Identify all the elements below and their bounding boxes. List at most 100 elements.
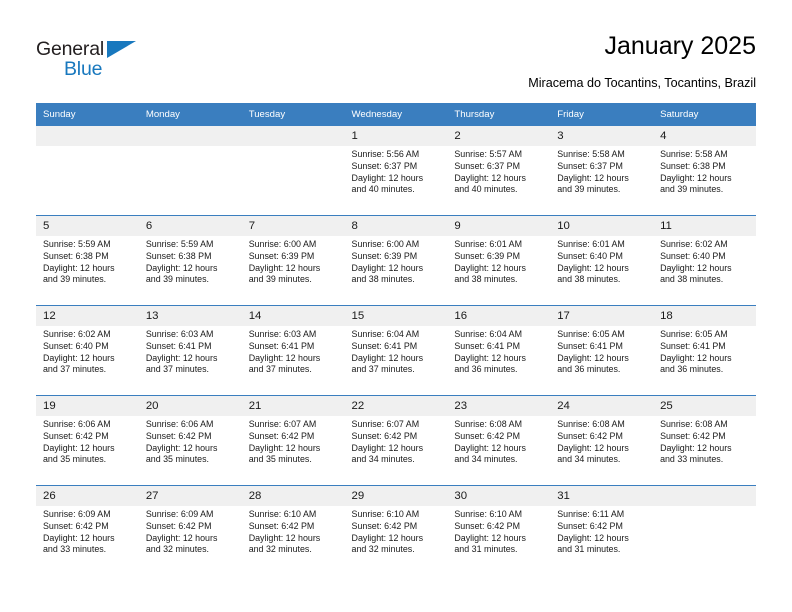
calendar-week-row: 26 Sunrise: 6:09 AM Sunset: 6:42 PM Dayligh… xyxy=(36,485,756,575)
calendar-day-cell[interactable]: 19 Sunrise: 6:06 AM Sunset: 6:42 PM Dayligh… xyxy=(36,395,139,486)
calendar-day-cell[interactable]: 26 Sunrise: 6:09 AM Sunset: 6:42 PM Dayligh… xyxy=(36,485,139,575)
calendar-day-cell[interactable]: 31 Sunrise: 6:11 AM Sunset: 6:42 PM Dayligh… xyxy=(550,485,654,575)
sunset-text: Sunset: 6:41 PM xyxy=(660,340,726,351)
daylight-text-line1: Daylight: 12 hours xyxy=(660,442,732,453)
calendar-day-cell[interactable]: 9 Sunrise: 6:01 AM Sunset: 6:39 PM Daylight… xyxy=(447,215,551,306)
sunset-text: Sunset: 6:42 PM xyxy=(248,430,315,441)
calendar-week-row: 1 Sunrise: 5:56 AM Sunset: 6:37 PM Daylight… xyxy=(36,126,756,216)
calendar-day-cell[interactable]: 25 Sunrise: 6:08 AM Sunset: 6:42 PM Dayligh… xyxy=(653,395,756,486)
daylight-text-line2: and 32 minutes. xyxy=(248,544,312,555)
daylight-text-line2: and 31 minutes. xyxy=(557,544,621,555)
day-number xyxy=(36,126,139,146)
sunset-text: Sunset: 6:42 PM xyxy=(557,430,623,441)
daylight-text-line1: Daylight: 12 hours xyxy=(660,352,732,363)
daylight-text-line2: and 39 minutes. xyxy=(660,184,724,195)
day-number: 6 xyxy=(138,216,242,236)
daylight-text-line1: Daylight: 12 hours xyxy=(248,442,321,453)
calendar-day-cell[interactable]: 18 Sunrise: 6:05 AM Sunset: 6:41 PM Dayligh… xyxy=(653,305,756,396)
daylight-text-line2: and 37 minutes. xyxy=(43,364,107,375)
day-details: Sunrise: 6:10 AM Sunset: 6:42 PM Daylight:… xyxy=(447,506,550,556)
daylight-text-line2: and 36 minutes. xyxy=(557,364,621,375)
daylight-text-line2: and 40 minutes. xyxy=(351,184,415,195)
day-number: 22 xyxy=(344,396,448,416)
calendar-day-cell[interactable]: 2 Sunrise: 5:57 AM Sunset: 6:37 PM Daylight… xyxy=(447,126,551,216)
sunrise-text: Sunrise: 6:03 AM xyxy=(248,329,317,339)
calendar-day-cell-empty xyxy=(653,485,756,575)
calendar-day-cell[interactable]: 20 Sunrise: 6:06 AM Sunset: 6:42 PM Dayligh… xyxy=(138,395,242,486)
calendar-day-cell[interactable]: 3 Sunrise: 5:58 AM Sunset: 6:37 PM Daylight… xyxy=(550,126,654,216)
sunrise-text: Sunrise: 6:05 AM xyxy=(660,329,728,339)
sunrise-text: Sunrise: 6:04 AM xyxy=(454,329,522,339)
calendar-day-cell[interactable]: 7 Sunrise: 6:00 AM Sunset: 6:39 PM Daylight… xyxy=(241,215,345,306)
sunset-text: Sunset: 6:41 PM xyxy=(351,340,418,351)
sunrise-text: Sunrise: 6:02 AM xyxy=(660,239,728,249)
generalblue-logo[interactable]: General Blue xyxy=(36,38,166,84)
calendar-day-cell[interactable]: 24 Sunrise: 6:08 AM Sunset: 6:42 PM Dayligh… xyxy=(550,395,654,486)
sunrise-text: Sunrise: 6:05 AM xyxy=(557,329,625,339)
day-details: Sunrise: 6:08 AM Sunset: 6:42 PM Daylight:… xyxy=(653,416,756,466)
daylight-text-line2: and 39 minutes. xyxy=(557,184,621,195)
daylight-text-line1: Daylight: 12 hours xyxy=(351,262,424,273)
logo-text-blue: Blue xyxy=(64,58,103,80)
daylight-text-line2: and 35 minutes. xyxy=(43,454,107,465)
calendar-day-cell[interactable]: 12 Sunrise: 6:02 AM Sunset: 6:40 PM Dayligh… xyxy=(36,305,139,396)
calendar-day-cell[interactable]: 5 Sunrise: 5:59 AM Sunset: 6:38 PM Daylight… xyxy=(36,215,139,306)
day-details: Sunrise: 6:07 AM Sunset: 6:42 PM Daylight:… xyxy=(345,416,448,466)
calendar-week-row: 12 Sunrise: 6:02 AM Sunset: 6:40 PM Dayligh… xyxy=(36,305,756,396)
day-number: 3 xyxy=(550,126,654,146)
sunrise-text: Sunrise: 6:01 AM xyxy=(454,239,522,249)
calendar-day-cell[interactable]: 27 Sunrise: 6:09 AM Sunset: 6:42 PM Dayligh… xyxy=(138,485,242,575)
daylight-text-line2: and 38 minutes. xyxy=(351,274,415,285)
sunset-text: Sunset: 6:38 PM xyxy=(660,160,726,171)
sunrise-text: Sunrise: 6:09 AM xyxy=(43,509,111,519)
daylight-text-line2: and 36 minutes. xyxy=(454,364,518,375)
calendar-day-cell[interactable]: 28 Sunrise: 6:10 AM Sunset: 6:42 PM Dayligh… xyxy=(241,485,345,575)
calendar-day-cell[interactable]: 1 Sunrise: 5:56 AM Sunset: 6:37 PM Daylight… xyxy=(344,126,448,216)
daylight-text-line2: and 38 minutes. xyxy=(557,274,621,285)
daylight-text-line1: Daylight: 12 hours xyxy=(454,262,526,273)
calendar-body: 1 Sunrise: 5:56 AM Sunset: 6:37 PM Daylight… xyxy=(36,126,756,575)
day-details: Sunrise: 6:00 AM Sunset: 6:39 PM Daylight:… xyxy=(345,236,448,286)
calendar-day-cell[interactable]: 22 Sunrise: 6:07 AM Sunset: 6:42 PM Dayligh… xyxy=(344,395,448,486)
day-details: Sunrise: 5:59 AM Sunset: 6:38 PM Daylight:… xyxy=(139,236,242,286)
calendar-day-cell[interactable]: 17 Sunrise: 6:05 AM Sunset: 6:41 PM Dayligh… xyxy=(550,305,654,396)
day-details: Sunrise: 5:58 AM Sunset: 6:37 PM Daylight:… xyxy=(550,146,653,196)
calendar-day-cell[interactable]: 6 Sunrise: 5:59 AM Sunset: 6:38 PM Daylight… xyxy=(138,215,242,306)
sunrise-text: Sunrise: 5:59 AM xyxy=(145,239,214,249)
calendar-day-cell[interactable]: 4 Sunrise: 5:58 AM Sunset: 6:38 PM Daylight… xyxy=(653,126,756,216)
calendar-day-cell[interactable]: 15 Sunrise: 6:04 AM Sunset: 6:41 PM Dayligh… xyxy=(344,305,448,396)
day-number: 21 xyxy=(241,396,345,416)
calendar-day-cell[interactable]: 29 Sunrise: 6:10 AM Sunset: 6:42 PM Dayligh… xyxy=(344,485,448,575)
calendar-day-cell[interactable]: 11 Sunrise: 6:02 AM Sunset: 6:40 PM Dayligh… xyxy=(653,215,756,306)
sunset-text: Sunset: 6:41 PM xyxy=(454,340,520,351)
sunset-text: Sunset: 6:41 PM xyxy=(557,340,623,351)
calendar-day-cell[interactable]: 14 Sunrise: 6:03 AM Sunset: 6:41 PM Dayligh… xyxy=(241,305,345,396)
daylight-text-line1: Daylight: 12 hours xyxy=(145,262,218,273)
sunset-text: Sunset: 6:42 PM xyxy=(557,520,623,531)
calendar-table: Sunday Monday Tuesday Wednesday Thursday… xyxy=(36,103,756,575)
sunrise-text: Sunrise: 5:58 AM xyxy=(660,149,728,159)
daylight-text-line1: Daylight: 12 hours xyxy=(145,532,218,543)
calendar-day-cell[interactable]: 8 Sunrise: 6:00 AM Sunset: 6:39 PM Daylight… xyxy=(344,215,448,306)
daylight-text-line1: Daylight: 12 hours xyxy=(454,532,526,543)
daylight-text-line1: Daylight: 12 hours xyxy=(43,532,115,543)
day-details: Sunrise: 6:08 AM Sunset: 6:42 PM Daylight:… xyxy=(550,416,653,466)
calendar-day-cell[interactable]: 10 Sunrise: 6:01 AM Sunset: 6:40 PM Dayligh… xyxy=(550,215,654,306)
day-details: Sunrise: 5:57 AM Sunset: 6:37 PM Daylight:… xyxy=(447,146,550,196)
daylight-text-line2: and 34 minutes. xyxy=(351,454,415,465)
calendar-day-cell[interactable]: 23 Sunrise: 6:08 AM Sunset: 6:42 PM Dayligh… xyxy=(447,395,551,486)
calendar-day-cell[interactable]: 16 Sunrise: 6:04 AM Sunset: 6:41 PM Dayligh… xyxy=(447,305,551,396)
sunset-text: Sunset: 6:42 PM xyxy=(145,430,212,441)
calendar-day-cell[interactable]: 30 Sunrise: 6:10 AM Sunset: 6:42 PM Dayligh… xyxy=(447,485,551,575)
day-details: Sunrise: 5:56 AM Sunset: 6:37 PM Daylight:… xyxy=(345,146,448,196)
calendar-day-cell[interactable]: 21 Sunrise: 6:07 AM Sunset: 6:42 PM Dayligh… xyxy=(241,395,345,486)
day-number: 29 xyxy=(344,486,448,506)
calendar-day-cell[interactable]: 13 Sunrise: 6:03 AM Sunset: 6:41 PM Dayligh… xyxy=(138,305,242,396)
sunrise-text: Sunrise: 6:04 AM xyxy=(351,329,420,339)
day-number: 15 xyxy=(344,306,448,326)
sunset-text: Sunset: 6:40 PM xyxy=(43,340,109,351)
sunset-text: Sunset: 6:42 PM xyxy=(351,520,418,531)
daylight-text-line1: Daylight: 12 hours xyxy=(557,442,629,453)
daylight-text-line1: Daylight: 12 hours xyxy=(351,172,424,183)
calendar-week-row: 5 Sunrise: 5:59 AM Sunset: 6:38 PM Daylight… xyxy=(36,215,756,306)
